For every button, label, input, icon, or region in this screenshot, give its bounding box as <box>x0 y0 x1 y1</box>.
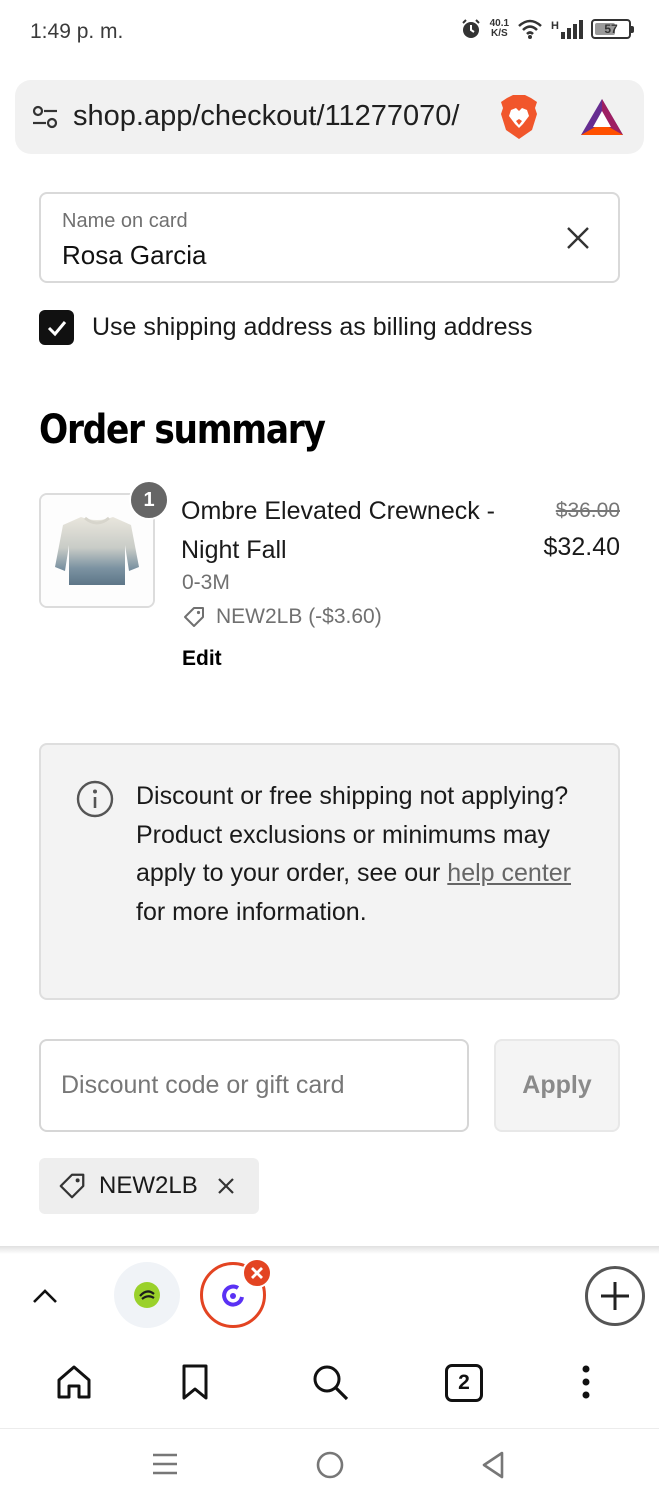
search-icon[interactable] <box>310 1362 350 1402</box>
system-navigation-bar <box>0 1428 659 1500</box>
close-icon[interactable] <box>564 224 592 252</box>
home-icon[interactable] <box>54 1362 94 1402</box>
billing-checkbox[interactable] <box>39 310 74 345</box>
toolbar-divider <box>0 1246 659 1254</box>
back-triangle-icon[interactable] <box>478 1449 508 1481</box>
chevron-up-icon[interactable] <box>30 1282 60 1312</box>
item-discount-text: NEW2LB (-$3.60) <box>216 605 382 628</box>
tune-icon[interactable] <box>31 103 59 131</box>
applied-code-chip: NEW2LB <box>39 1158 259 1214</box>
tag-icon <box>59 1173 85 1199</box>
item-discount: NEW2LB (-$3.60) <box>182 605 382 629</box>
applied-code-text: NEW2LB <box>99 1172 198 1199</box>
edit-item-link[interactable]: Edit <box>182 647 222 671</box>
new-tab-button[interactable] <box>585 1266 645 1326</box>
name-on-card-field[interactable]: Name on card Rosa Garcia <box>39 192 620 283</box>
extension-icon <box>134 1282 160 1308</box>
bookmark-icon[interactable] <box>175 1362 215 1402</box>
original-price: $36.00 <box>555 499 620 522</box>
info-icon <box>76 780 114 818</box>
product-variant: 0-3M <box>182 571 230 594</box>
tab-switcher-button[interactable]: 2 <box>445 1364 483 1402</box>
apply-button[interactable]: Apply <box>494 1039 620 1132</box>
discount-notice-text: Discount or free shipping not applying? … <box>136 782 571 926</box>
discounted-price: $32.40 <box>543 533 620 561</box>
name-on-card-value[interactable]: Rosa Garcia <box>62 240 207 271</box>
browser-nav-row: 2 <box>0 1344 659 1428</box>
network-speed: 40.1 K/S <box>489 18 510 39</box>
url-text[interactable]: shop.app/checkout/11277070/ <box>73 100 459 133</box>
order-summary-title: Order summary <box>39 407 326 453</box>
close-icon <box>251 1267 263 1279</box>
quantity-badge: 1 <box>129 480 169 520</box>
home-circle-icon[interactable] <box>314 1449 346 1481</box>
product-name: Ombre Elevated Crewneck - Night Fall <box>181 497 496 564</box>
battery-icon: 57 <box>591 19 634 39</box>
browser-tab-row <box>0 1254 659 1344</box>
status-bar: 1:49 p. m. 40.1 K/S H 57 <box>0 0 659 66</box>
alarm-icon <box>461 19 480 38</box>
wifi-icon <box>518 19 542 39</box>
brave-lion-icon[interactable] <box>499 94 539 140</box>
address-bar[interactable]: shop.app/checkout/11277070/ <box>15 80 644 154</box>
billing-checkbox-label[interactable]: Use shipping address as billing address <box>92 313 533 342</box>
tab-favicon-1[interactable] <box>114 1262 180 1328</box>
more-menu-icon[interactable] <box>566 1362 606 1402</box>
plus-icon <box>601 1282 629 1310</box>
status-time: 1:49 p. m. <box>30 20 124 43</box>
close-tab-button[interactable] <box>242 1258 272 1288</box>
billing-address-row[interactable]: Use shipping address as billing address <box>39 310 533 345</box>
signal-icon: H <box>551 19 583 39</box>
discount-notice: Discount or free shipping not applying? … <box>39 743 620 1000</box>
status-icons: 40.1 K/S H 57 <box>460 18 634 40</box>
tag-icon <box>184 607 204 627</box>
discount-code-input[interactable] <box>39 1039 469 1132</box>
help-center-link[interactable]: help center <box>447 859 571 887</box>
bat-triangle-icon[interactable] <box>579 97 625 137</box>
name-on-card-label: Name on card <box>62 210 188 232</box>
checkmark-icon <box>47 320 66 336</box>
recent-apps-icon[interactable] <box>150 1449 180 1479</box>
remove-code-icon[interactable] <box>216 1176 236 1196</box>
